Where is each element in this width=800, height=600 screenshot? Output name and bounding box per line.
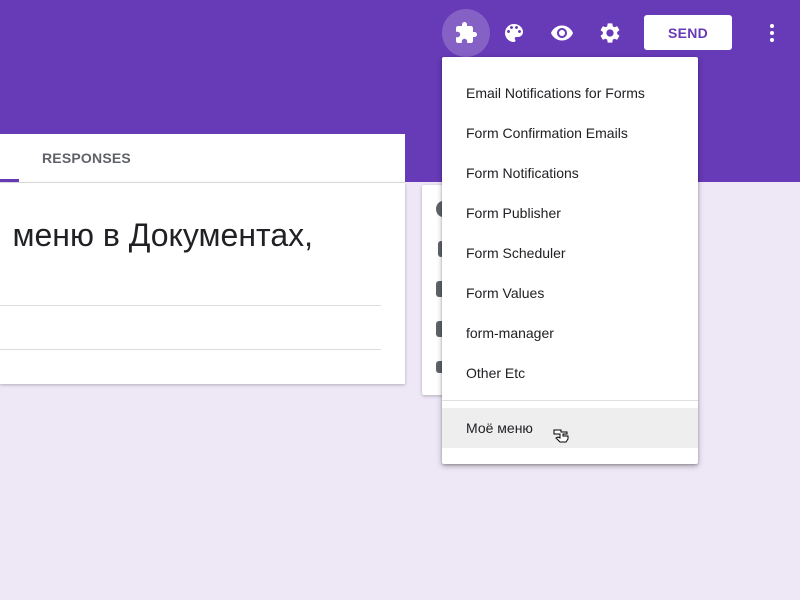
menu-item-form-confirmation-emails[interactable]: Form Confirmation Emails (442, 113, 698, 153)
puzzle-piece-icon (456, 22, 477, 43)
preview-button[interactable] (538, 9, 586, 57)
customize-theme-button[interactable] (490, 9, 538, 57)
menu-item-form-manager[interactable]: form-manager (442, 313, 698, 353)
menu-divider (442, 400, 698, 401)
menu-item-email-notifications[interactable]: Email Notifications for Forms (442, 73, 698, 113)
more-options-button[interactable] (760, 17, 784, 49)
form-title-card: меню в Документах, (0, 183, 405, 384)
tab-responses[interactable]: RESPONSES (42, 150, 131, 166)
add-ons-menu: Email Notifications for Forms Form Confi… (442, 57, 698, 464)
more-vert-icon (770, 24, 774, 42)
menu-item-my-menu[interactable]: Моё меню (442, 408, 698, 448)
add-ons-button[interactable] (442, 9, 490, 57)
questions-tab-indicator (0, 179, 19, 182)
menu-item-other-etc[interactable]: Other Etc (442, 353, 698, 393)
palette-icon (505, 24, 523, 42)
menu-item-form-scheduler[interactable]: Form Scheduler (442, 233, 698, 273)
settings-button[interactable] (586, 9, 634, 57)
form-description-divider (0, 305, 381, 306)
form-tabs: RESPONSES (0, 134, 405, 183)
eye-icon (551, 25, 573, 41)
gear-icon (600, 23, 620, 43)
send-button[interactable]: SEND (644, 15, 732, 50)
form-card-divider (0, 349, 381, 350)
menu-item-form-notifications[interactable]: Form Notifications (442, 153, 698, 193)
hand-pointer-cursor-icon (553, 429, 569, 443)
menu-item-form-values[interactable]: Form Values (442, 273, 698, 313)
menu-item-form-publisher[interactable]: Form Publisher (442, 193, 698, 233)
form-title[interactable]: меню в Документах, (12, 217, 313, 254)
